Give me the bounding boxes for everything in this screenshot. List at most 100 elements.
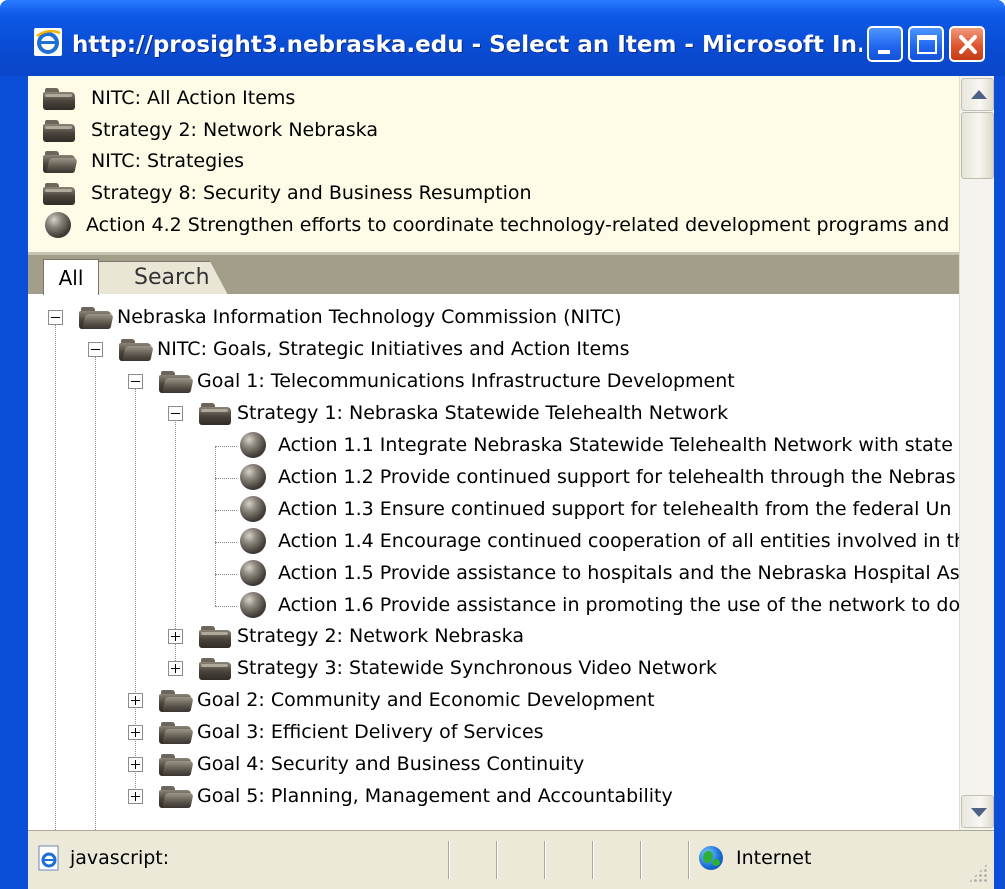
status-divider (496, 841, 498, 879)
tree-connector (215, 446, 237, 447)
tree-connector (215, 510, 237, 511)
tree-node-goal[interactable]: Goal 1: Telecommunications Infrastructur… (158, 365, 735, 397)
collapse-toggle[interactable] (168, 406, 183, 421)
recent-item[interactable]: Strategy 2: Network Nebraska (42, 115, 378, 145)
recent-item-label: Strategy 8: Security and Business Resump… (91, 182, 532, 204)
expand-toggle[interactable] (128, 789, 143, 804)
action-ball-icon (240, 592, 266, 618)
tree-node-action[interactable]: Action 1.1 Integrate Nebraska Statewide … (240, 429, 953, 461)
expand-toggle[interactable] (168, 661, 183, 676)
tree-node-goal[interactable]: Goal 2: Community and Economic Developme… (158, 684, 655, 716)
tree-node-strategy[interactable]: Strategy 2: Network Nebraska (198, 620, 524, 652)
tree-node-action[interactable]: Action 1.5 Provide assistance to hospita… (240, 557, 959, 589)
tree-node-goal[interactable]: Goal 5: Planning, Management and Account… (158, 780, 673, 812)
scroll-down-button[interactable] (961, 795, 994, 828)
tree-node-label: Strategy 3: Statewide Synchronous Video … (237, 657, 717, 679)
close-button[interactable] (949, 26, 985, 62)
security-zone-label: Internet (736, 847, 812, 869)
folder-closed-icon (42, 119, 76, 142)
collapse-toggle[interactable] (88, 342, 103, 357)
tree-node-goal[interactable]: Goal 4: Security and Business Continuity (158, 748, 584, 780)
tree-node-label: Goal 1: Telecommunications Infrastructur… (197, 370, 735, 392)
tree-node-goals-group[interactable]: NITC: Goals, Strategic Initiatives and A… (118, 333, 630, 365)
tree-node-label: Action 1.2 Provide continued support for… (278, 466, 956, 488)
recent-item[interactable]: Action 4.2 Strengthen efforts to coordin… (45, 210, 949, 240)
title-bar[interactable]: http://prosight3.nebraska.edu - Select a… (0, 0, 1005, 76)
tree-node-action[interactable]: Action 1.6 Provide assistance in promoti… (240, 589, 959, 621)
tab-all[interactable]: All (43, 259, 99, 295)
action-ball-icon (240, 528, 266, 554)
collapse-toggle[interactable] (48, 310, 63, 325)
action-ball-icon (240, 432, 266, 458)
tree-connector (175, 414, 176, 663)
expand-toggle[interactable] (128, 725, 143, 740)
status-divider (544, 841, 546, 879)
tree-node-label: Action 1.6 Provide assistance in promoti… (278, 594, 959, 616)
close-icon (959, 35, 977, 54)
action-ball-icon (240, 496, 266, 522)
recent-item-label: NITC: Strategies (91, 150, 245, 172)
maximize-icon (917, 35, 937, 54)
minimize-button[interactable] (867, 26, 903, 62)
folder-open-icon (42, 150, 78, 173)
tree-connector (215, 542, 237, 543)
tree-node-label: Goal 3: Efficient Delivery of Services (197, 721, 544, 743)
tree-node-label: Goal 5: Planning, Management and Account… (197, 785, 673, 807)
arrow-down-icon (971, 808, 987, 817)
tree-node-action[interactable]: Action 1.4 Encourage continued cooperati… (240, 525, 959, 557)
scroll-up-button[interactable] (961, 78, 994, 111)
maximize-button[interactable] (908, 26, 944, 62)
collapse-toggle[interactable] (128, 374, 143, 389)
tree-node-label: Action 1.1 Integrate Nebraska Statewide … (278, 434, 953, 456)
folder-open-icon (78, 306, 114, 329)
recent-item[interactable]: NITC: All Action Items (42, 83, 295, 113)
action-ball-icon (45, 212, 71, 238)
tree-node-label: NITC: Goals, Strategic Initiatives and A… (157, 338, 630, 360)
recent-item[interactable]: Strategy 8: Security and Business Resump… (42, 178, 532, 208)
tree-node-goal[interactable]: Goal 3: Efficient Delivery of Services (158, 716, 544, 748)
internet-explorer-icon (34, 28, 62, 56)
folder-open-icon (158, 370, 194, 393)
folder-closed-icon (198, 402, 232, 425)
expand-toggle[interactable] (168, 629, 183, 644)
page-icon (38, 845, 59, 871)
window-title: http://prosight3.nebraska.edu - Select a… (72, 32, 862, 58)
status-divider (688, 841, 690, 879)
tree-node-action[interactable]: Action 1.3 Ensure continued support for … (240, 493, 951, 525)
folder-closed-icon (198, 625, 232, 648)
page-content: NITC: All Action Items Strategy 2: Netwo… (28, 76, 959, 830)
folder-closed-icon (198, 657, 232, 680)
vertical-scrollbar[interactable] (959, 76, 994, 830)
tree-connector (215, 606, 237, 607)
scroll-thumb[interactable] (961, 112, 994, 179)
folder-open-icon (158, 689, 194, 712)
expand-toggle[interactable] (128, 693, 143, 708)
internet-zone-globe-icon (699, 846, 723, 870)
tree-node-label: Action 1.3 Ensure continued support for … (278, 498, 952, 520)
folder-open-icon (158, 721, 194, 744)
resize-grip-icon[interactable] (968, 863, 988, 883)
expand-toggle[interactable] (128, 757, 143, 772)
tree-node-strategy[interactable]: Strategy 3: Statewide Synchronous Video … (198, 652, 717, 684)
tab-strip: Search All (28, 252, 959, 295)
folder-open-icon (118, 338, 154, 361)
tree-node-action[interactable]: Action 1.2 Provide continued support for… (240, 461, 956, 493)
arrow-up-icon (971, 90, 987, 99)
tree-connector (215, 574, 237, 575)
tab-search[interactable]: Search (98, 261, 228, 295)
tree-node-label: Strategy 2: Network Nebraska (237, 625, 524, 647)
status-bar: javascript: Internet (28, 830, 994, 889)
tree-connector (215, 446, 216, 606)
tree-node-label: Goal 4: Security and Business Continuity (197, 753, 585, 775)
tree-node-label: Action 1.4 Encourage continued cooperati… (278, 530, 959, 552)
tree-node-strategy[interactable]: Strategy 1: Nebraska Statewide Telehealt… (198, 397, 728, 429)
recent-item[interactable]: NITC: Strategies (42, 146, 244, 176)
recent-item-label: Action 4.2 Strengthen efforts to coordin… (86, 214, 950, 236)
tree-node-label: Action 1.5 Provide assistance to hospita… (278, 562, 959, 584)
tree-node-label: Goal 2: Community and Economic Developme… (197, 689, 655, 711)
action-ball-icon (240, 560, 266, 586)
folder-closed-icon (42, 87, 76, 110)
tree-node-root[interactable]: Nebraska Information Technology Commissi… (78, 301, 622, 333)
browser-window: http://prosight3.nebraska.edu - Select a… (0, 0, 1005, 889)
tree-connector (55, 318, 56, 830)
